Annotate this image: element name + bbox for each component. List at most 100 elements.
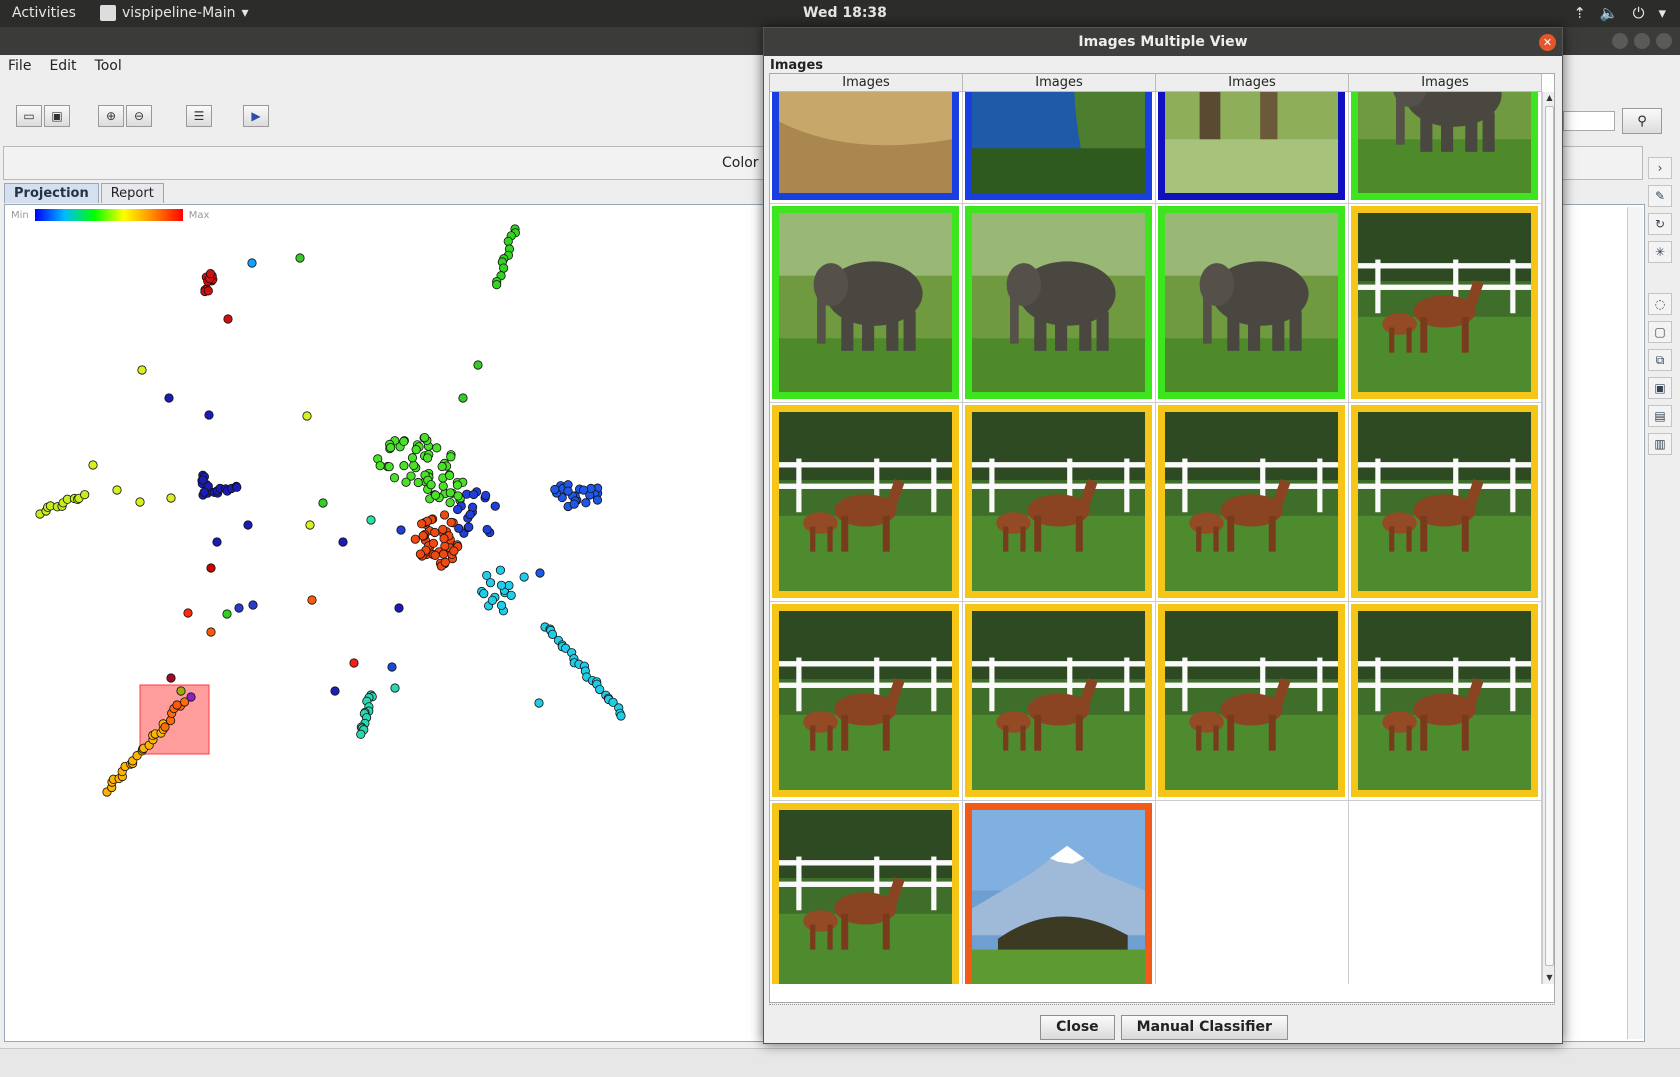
scroll-up-arrow-icon[interactable]: ▲ xyxy=(1544,92,1554,104)
refresh-button[interactable]: ↻ xyxy=(1648,213,1672,235)
projection-point[interactable] xyxy=(410,534,420,544)
projection-point[interactable] xyxy=(430,490,441,500)
horse-image[interactable] xyxy=(965,405,1152,598)
projection-point[interactable] xyxy=(479,588,489,599)
projection-scatter-plot[interactable] xyxy=(5,205,765,1042)
projection-point[interactable] xyxy=(420,432,430,443)
chevron-down-icon[interactable]: ▾ xyxy=(1658,4,1666,22)
projection-point[interactable] xyxy=(473,360,483,370)
projection-point[interactable] xyxy=(415,549,426,559)
manual-classifier-button[interactable]: Manual Classifier xyxy=(1120,1014,1288,1040)
projection-point[interactable] xyxy=(428,538,439,548)
image-cell[interactable] xyxy=(963,602,1156,801)
image-cell[interactable] xyxy=(1349,92,1542,204)
projection-point[interactable] xyxy=(430,527,440,538)
image-cell[interactable] xyxy=(770,602,963,801)
projection-point[interactable] xyxy=(401,477,411,487)
projection-point[interactable] xyxy=(204,410,214,420)
projection-point[interactable] xyxy=(399,461,409,471)
projection-point[interactable] xyxy=(586,483,596,494)
scroll-down-arrow-icon[interactable]: ▼ xyxy=(1544,972,1554,984)
image-cell[interactable] xyxy=(1156,92,1349,204)
projection-point[interactable] xyxy=(534,698,544,708)
projection-point[interactable] xyxy=(452,480,463,490)
dialog-close-button[interactable]: ✕ xyxy=(1539,34,1556,51)
image-cell[interactable] xyxy=(963,801,1156,984)
projection-point[interactable] xyxy=(496,580,507,590)
projection-point[interactable] xyxy=(356,729,366,739)
projection-point[interactable] xyxy=(581,498,591,508)
projection-point[interactable] xyxy=(166,673,176,683)
projection-point[interactable] xyxy=(394,603,404,613)
grid-vertical-scrollbar[interactable]: ▲ ▼ xyxy=(1542,92,1554,984)
image-cell[interactable] xyxy=(963,204,1156,403)
crop-button[interactable]: ▣ xyxy=(1648,377,1672,399)
projection-point[interactable] xyxy=(440,557,450,567)
app-menu-button[interactable]: vispipeline-Main ▾ xyxy=(100,5,249,21)
image-cell[interactable] xyxy=(1349,403,1542,602)
projection-point[interactable] xyxy=(176,686,186,696)
projection-point[interactable] xyxy=(222,609,232,619)
projection-point[interactable] xyxy=(223,314,233,324)
projection-point[interactable] xyxy=(432,443,442,453)
projection-point[interactable] xyxy=(481,490,491,501)
horse-image[interactable] xyxy=(1158,405,1345,598)
projection-point[interactable] xyxy=(430,550,440,560)
expand-button[interactable]: › xyxy=(1648,157,1672,179)
projection-point[interactable] xyxy=(535,568,545,578)
image-cell[interactable] xyxy=(770,403,963,602)
projection-point[interactable] xyxy=(409,460,419,470)
image-cell[interactable] xyxy=(1349,204,1542,403)
projection-point[interactable] xyxy=(330,686,340,696)
run-button[interactable]: ▶ xyxy=(243,105,269,127)
projection-point[interactable] xyxy=(464,522,474,532)
volume-icon[interactable]: 🔈 xyxy=(1600,4,1619,22)
projection-point[interactable] xyxy=(375,461,385,471)
system-tray[interactable]: ⇡ 🔈 ⏻ ▾ xyxy=(1573,4,1666,22)
projection-point[interactable] xyxy=(438,549,449,559)
image-cell[interactable] xyxy=(770,92,963,204)
projection-point[interactable] xyxy=(206,563,216,573)
projection-point[interactable] xyxy=(418,531,428,541)
projection-point[interactable] xyxy=(422,453,433,463)
projection-point[interactable] xyxy=(446,452,456,462)
projection-point[interactable] xyxy=(338,537,348,547)
network-icon[interactable]: ⇡ xyxy=(1573,4,1586,22)
projection-point[interactable] xyxy=(469,489,479,500)
projection-point[interactable] xyxy=(569,499,579,509)
horse-image[interactable] xyxy=(1351,206,1538,399)
image-cell[interactable] xyxy=(770,801,963,984)
image-cell[interactable] xyxy=(963,403,1156,602)
projection-point[interactable] xyxy=(578,485,589,495)
projection-point[interactable] xyxy=(247,258,257,268)
projection-point[interactable] xyxy=(438,524,448,534)
projection-point[interactable] xyxy=(399,436,409,447)
projection-point[interactable] xyxy=(172,700,182,710)
projection-point[interactable] xyxy=(485,578,496,588)
projection-point[interactable] xyxy=(563,486,573,496)
activities-button[interactable]: Activities xyxy=(12,5,76,21)
elephant-image[interactable] xyxy=(1158,206,1345,399)
column-header[interactable]: Images xyxy=(963,74,1156,92)
horse-image[interactable] xyxy=(1351,604,1538,797)
projection-point[interactable] xyxy=(413,477,423,488)
list-view-button[interactable]: ☰ xyxy=(186,105,212,127)
projection-point[interactable] xyxy=(487,595,497,605)
projection-point[interactable] xyxy=(302,411,312,421)
projection-point[interactable] xyxy=(503,236,513,246)
image-cell[interactable] xyxy=(770,204,963,403)
projection-point[interactable] xyxy=(186,692,196,702)
projection-point[interactable] xyxy=(465,510,475,520)
projection-point[interactable] xyxy=(349,658,359,668)
copy-button[interactable]: ⧉ xyxy=(1648,349,1672,371)
projection-point[interactable] xyxy=(496,600,507,611)
projection-point[interactable] xyxy=(592,495,603,505)
projection-point[interactable] xyxy=(446,517,456,527)
elephant-image[interactable] xyxy=(772,206,959,399)
column-header[interactable]: Images xyxy=(1156,74,1349,92)
horse-image[interactable] xyxy=(772,405,959,598)
projection-point[interactable] xyxy=(495,565,506,575)
scrollbar-thumb[interactable] xyxy=(1545,106,1554,966)
elephant-image[interactable] xyxy=(1351,92,1538,200)
projection-point[interactable] xyxy=(407,453,418,463)
